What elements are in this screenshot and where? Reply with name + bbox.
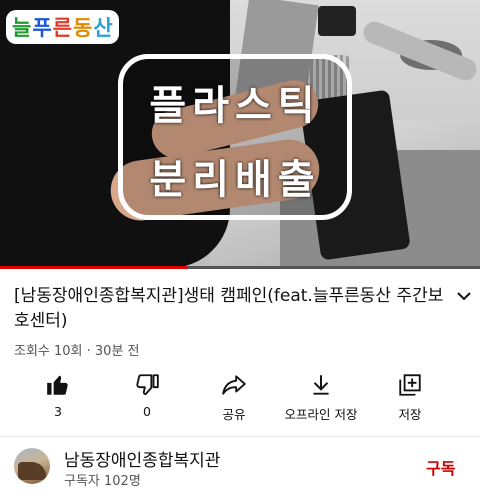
video-title: [남동장애인종합복지관]생태 캠페인(feat.늘푸른동산 주간보호센터) (14, 286, 444, 331)
like-count: 3 (54, 404, 62, 419)
caption-line-1: 플라스틱 (149, 83, 321, 129)
share-label: 공유 (222, 407, 246, 422)
divider (0, 436, 480, 437)
logo-char: 동 (72, 16, 93, 40)
video-player[interactable]: 늘 푸 른 동 산 플라스틱 분리배출 (0, 0, 480, 268)
caption-box: 플라스틱 분리배출 (118, 54, 352, 220)
video-meta: 조회수 10회 · 30분 전 (14, 344, 140, 359)
logo-char: 늘 (12, 16, 32, 40)
like-button[interactable]: 3 (10, 372, 106, 419)
caption-line-2: 분리배출 (149, 157, 321, 203)
logo-char: 른 (52, 16, 72, 40)
video-progress-bar[interactable] (0, 266, 480, 269)
video-progress-fill (0, 266, 188, 269)
thumbs-up-icon (47, 375, 68, 395)
cup (318, 6, 356, 36)
dislike-count: 0 (143, 404, 151, 419)
logo-char: 푸 (32, 16, 52, 40)
subscriber-count: 구독자 102명 (64, 474, 141, 489)
save-label: 저장 (398, 407, 422, 422)
dislike-button[interactable]: 0 (99, 372, 195, 419)
channel-name[interactable]: 남동장애인종합복지관 (64, 446, 220, 471)
logo-char: 산 (93, 16, 113, 40)
share-button[interactable]: 공유 (186, 372, 282, 423)
thumbs-down-icon (136, 374, 159, 396)
channel-logo: 늘 푸 른 동 산 (6, 10, 119, 44)
download-icon (313, 375, 329, 395)
subscribe-button[interactable]: 구독 (426, 455, 455, 479)
channel-avatar[interactable] (14, 448, 50, 484)
save-to-playlist-icon (399, 374, 421, 396)
action-bar: 3 0 공유 오프라인 저장 저장 (0, 372, 480, 426)
save-to-playlist-button[interactable]: 저장 (362, 372, 458, 423)
share-icon (222, 375, 246, 395)
offline-save-label: 오프라인 저장 (284, 407, 358, 422)
offline-save-button[interactable]: 오프라인 저장 (273, 372, 369, 423)
chevron-down-icon[interactable] (454, 286, 474, 306)
